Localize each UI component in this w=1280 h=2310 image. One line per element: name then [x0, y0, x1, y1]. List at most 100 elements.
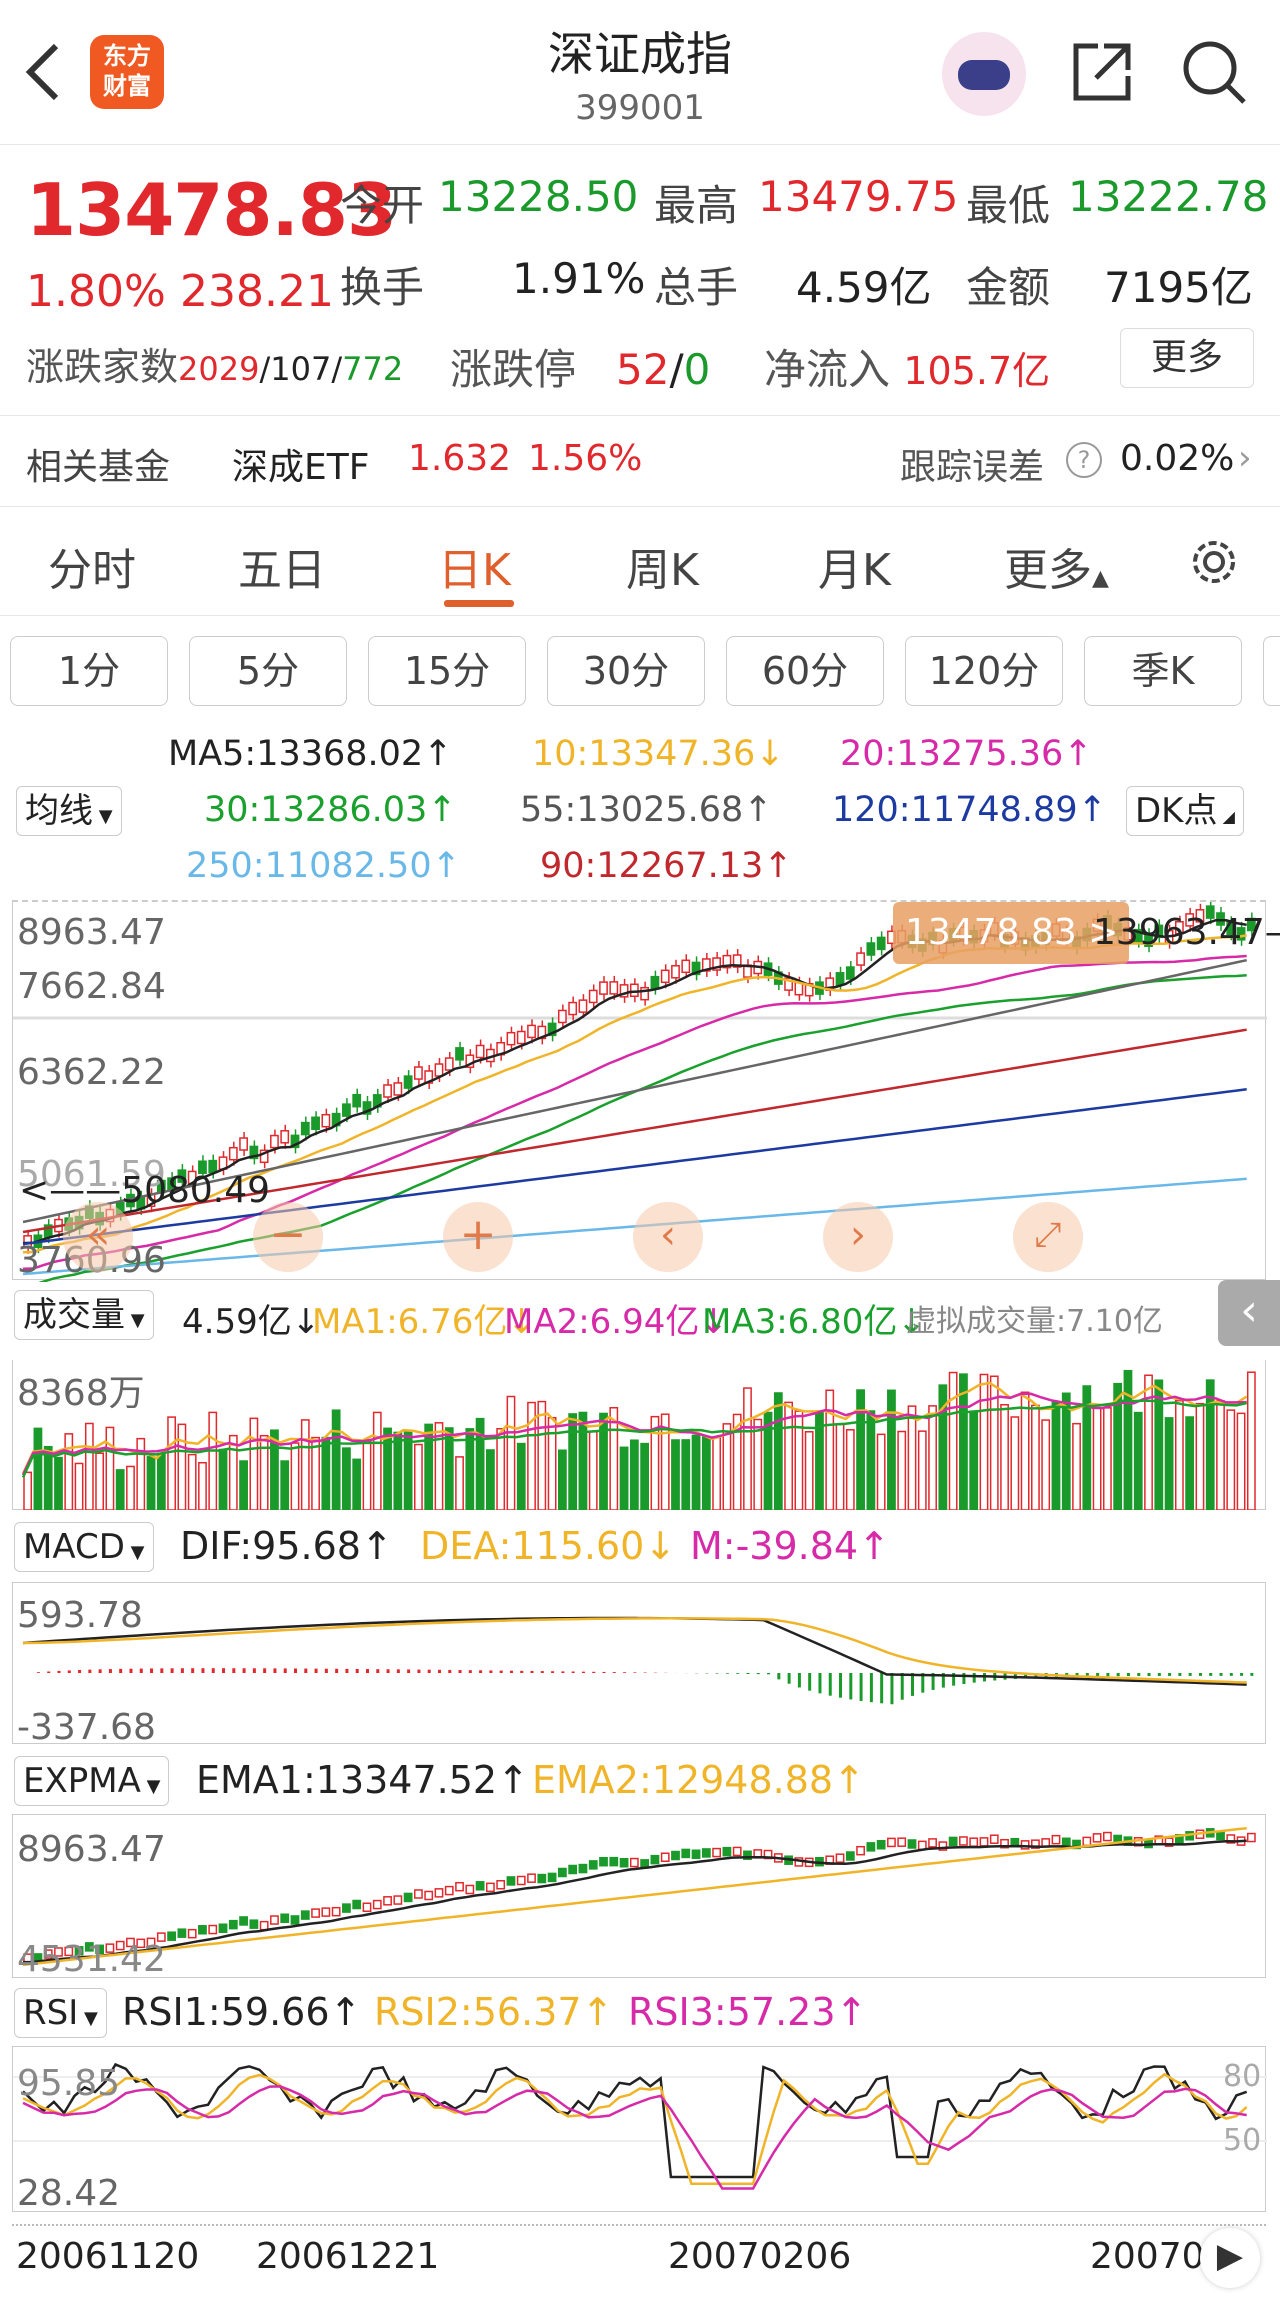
volume-ma1: MA1:6.76亿↓: [312, 1302, 536, 1342]
expma-candle: [588, 1860, 598, 1870]
tab-more[interactable]: 更多▲: [1004, 534, 1109, 598]
ma-dropdown[interactable]: 均线 ▼: [16, 786, 122, 836]
expma-candle: [568, 1864, 578, 1875]
volume-bar: [1123, 1369, 1133, 1510]
ema2-value: EMA2:12948.88: [532, 1758, 834, 1802]
period-1min[interactable]: 1分: [10, 636, 168, 706]
settings-button[interactable]: [1186, 534, 1242, 594]
rsi-panel[interactable]: 95.85 28.42 80 50: [12, 2046, 1267, 2214]
zoom-out-button[interactable]: −: [253, 1202, 323, 1272]
period-more-partial[interactable]: [1263, 636, 1280, 706]
ma55-value: 55:13025.68: [520, 790, 744, 830]
volume-bar: [95, 1452, 105, 1510]
volume-bar: [1041, 1419, 1051, 1510]
expma-candle: [928, 1838, 937, 1848]
volume-bar: [146, 1456, 156, 1510]
volume-bar: [1061, 1392, 1071, 1510]
expma-candle: [331, 1906, 341, 1917]
volume-bar: [1051, 1401, 1061, 1510]
share-button[interactable]: [1068, 38, 1136, 110]
candle-body: [239, 1137, 248, 1151]
tab-weekly-k[interactable]: 周K: [626, 534, 699, 598]
tab-five-day[interactable]: 五日: [238, 534, 326, 598]
expma-candle: [660, 1852, 670, 1862]
expma-candle: [455, 1881, 464, 1892]
date-3: 20070206: [668, 2236, 852, 2277]
low-label: 最低: [966, 181, 1051, 230]
ma20-label: 20:13275.36↑: [840, 734, 1093, 774]
volume-ma3: MA3:6.80亿↓: [702, 1302, 926, 1342]
high-marker: 13963.47—>: [1093, 912, 1280, 953]
volume-bar: [866, 1410, 876, 1510]
volume-bar: [167, 1416, 176, 1510]
rsi3: RSI3:57.23↑: [628, 1990, 868, 2034]
volume-panel[interactable]: 8368万: [12, 1360, 1266, 1510]
candle-body: [578, 999, 588, 1013]
zoom-in-button[interactable]: +: [443, 1202, 513, 1272]
search-button[interactable]: [1180, 38, 1248, 110]
kline-panel[interactable]: 8963.47 7662.84 6362.22 5061.59 3760.96 …: [12, 900, 1280, 1282]
inflow-label: 净流入: [764, 345, 891, 394]
fullscreen-button[interactable]: ⤢: [1013, 1202, 1083, 1272]
candle-body: [629, 983, 639, 998]
volume-bar: [249, 1417, 259, 1510]
scroll-right-button[interactable]: ▶: [1200, 2228, 1260, 2288]
caret-right-icon: ▶: [1216, 2236, 1244, 2276]
candle-body: [527, 1024, 536, 1039]
volume-label: 总手: [654, 263, 739, 312]
expma-panel[interactable]: 8963.47 4531.42: [12, 1814, 1266, 1980]
ai-assistant-button[interactable]: [942, 32, 1026, 116]
caret-down-icon: ▼: [124, 1542, 145, 1563]
expma-candle: [228, 1919, 238, 1930]
chart-tabs: 分时 五日 日K 周K 月K 更多▲: [0, 508, 1280, 616]
macd-dif-value: DIF:95.68: [180, 1524, 361, 1568]
expma-candle: [609, 1856, 619, 1867]
pan-left-button[interactable]: ‹: [633, 1202, 703, 1272]
more-quote-button[interactable]: 更多: [1120, 328, 1254, 388]
volume-bar: [773, 1392, 783, 1510]
collapse-panel-button[interactable]: ‹: [1218, 1280, 1280, 1346]
macd-m: M:-39.84↑: [690, 1524, 890, 1568]
volume-bar: [948, 1371, 958, 1510]
change-value: 238.21: [180, 266, 334, 317]
volume-bar: [856, 1389, 865, 1510]
period-15min[interactable]: 15分: [368, 636, 526, 706]
period-quarter-k[interactable]: 季K: [1084, 636, 1242, 706]
rsi-dropdown[interactable]: RSI ▼: [14, 1988, 107, 2038]
flat-count: 107: [270, 350, 332, 388]
kline-y-2: 7662.84: [17, 966, 166, 1007]
help-icon[interactable]: ?: [1066, 442, 1102, 478]
volume-dropdown[interactable]: 成交量 ▼: [14, 1290, 154, 1340]
expma-dropdown[interactable]: EXPMA ▼: [14, 1756, 170, 1806]
macd-panel[interactable]: 593.78 -337.68: [12, 1582, 1266, 1748]
period-30min[interactable]: 30分: [547, 636, 705, 706]
chevron-right-icon: ›: [1238, 438, 1252, 478]
volume-y-top: 8368万: [17, 1373, 145, 1414]
ma90-label: 90:12267.13↑: [540, 846, 793, 886]
candle-body: [506, 1031, 516, 1046]
candle-body: [342, 1103, 351, 1117]
caret-up-icon: ▲: [1092, 566, 1109, 591]
dk-point-dropdown[interactable]: DK点 ◢: [1126, 786, 1244, 836]
plus-icon: +: [459, 1209, 497, 1260]
date-1: 20061120: [16, 2236, 200, 2277]
candle-body: [568, 1001, 578, 1016]
volume-bar: [928, 1405, 937, 1510]
tab-intraday[interactable]: 分时: [48, 534, 136, 598]
macd-dea-value: DEA:115.60: [420, 1524, 645, 1568]
macd-dea: DEA:115.60↓: [420, 1524, 677, 1568]
volume-ma3-value: MA3:6.80亿: [702, 1302, 898, 1342]
tab-daily-k[interactable]: 日K: [438, 534, 511, 598]
related-fund-row[interactable]: 相关基金 深成ETF 1.632 1.56% 跟踪误差 ? 0.02% ›: [0, 415, 1280, 507]
period-120min[interactable]: 120分: [905, 636, 1063, 706]
volume-bar: [1010, 1416, 1020, 1510]
jump-start-button[interactable]: «: [63, 1202, 133, 1272]
limit-up: 52: [616, 345, 670, 394]
macd-dropdown[interactable]: MACD ▼: [14, 1522, 154, 1572]
volume-bar: [804, 1431, 814, 1510]
tab-monthly-k[interactable]: 月K: [818, 534, 891, 598]
period-60min[interactable]: 60分: [726, 636, 884, 706]
period-5min[interactable]: 5分: [189, 636, 347, 706]
tracking-value: 0.02%: [1120, 438, 1235, 479]
pan-right-button[interactable]: ›: [823, 1202, 893, 1272]
